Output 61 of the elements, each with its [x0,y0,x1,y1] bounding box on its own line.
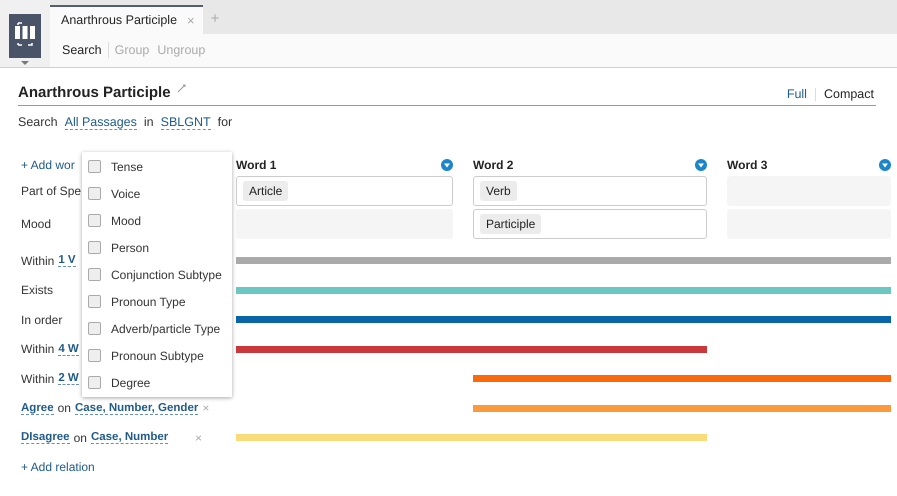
view-toggle[interactable]: Full [786,87,807,101]
link[interactable]: All Passages [64,115,137,130]
link[interactable]: DIsagree [21,431,70,444]
menu-item[interactable]: Person [82,234,232,261]
dropdown-icon[interactable] [695,158,707,170]
attribute-label: Part of Spe [21,184,82,198]
menu-item[interactable]: Conjunction Subtype [82,261,232,288]
query-title: Anarthrous Participle [18,84,171,101]
checkbox[interactable] [88,349,101,362]
menu-item[interactable]: Voice [82,180,232,207]
tab[interactable]: Anarthrous Participle × [50,4,203,34]
label: in [144,115,154,129]
value-tag[interactable]: Article [243,181,288,201]
attribute-field[interactable]: Participle [473,209,707,239]
menu-item[interactable]: Adverb/particle Type [82,315,232,342]
dropdown-icon[interactable] [441,158,453,170]
word-header: Word 3 [727,158,768,172]
add-relation-link[interactable]: + Add relation [21,460,95,474]
menu-item[interactable]: Tense [82,153,232,180]
link[interactable]: 1 V [58,254,76,268]
label: Within [21,372,54,386]
checkbox[interactable] [88,160,101,173]
menu-item[interactable]: Degree [82,369,232,396]
view-toggle[interactable]: Compact [824,87,874,101]
app-logo-icon[interactable] [9,14,41,66]
checkbox[interactable] [88,268,101,281]
label: Within [21,342,54,356]
label: on [58,401,71,416]
word-header: Word 2 [473,158,514,172]
attribute-field[interactable]: Article [236,176,453,206]
label: on [74,430,87,445]
link[interactable]: Agree [21,402,54,415]
checkbox[interactable] [88,187,101,200]
label: for [218,115,232,129]
toolbar-button[interactable]: Search [58,43,106,58]
add-word-link[interactable]: + Add wor [21,158,75,172]
pencil-icon[interactable] [176,84,186,93]
menu-item[interactable]: Pronoun Type [82,288,232,315]
label: Exists [21,283,54,298]
checkbox[interactable] [88,214,101,227]
checkbox[interactable] [88,295,101,308]
checkbox[interactable] [88,376,101,389]
value-tag[interactable]: Participle [480,214,542,234]
link[interactable]: Case, Number [90,431,168,444]
label: Search [18,115,58,129]
menu-item[interactable]: Pronoun Subtype [82,342,232,369]
link[interactable]: SBLGNT [160,115,211,130]
attribute-label: Mood [21,217,52,231]
label: In order [21,312,62,327]
label: Within [21,254,54,268]
link[interactable]: 2 W [58,372,79,386]
link[interactable]: 4 W [58,342,79,356]
dropdown-icon[interactable] [879,158,891,170]
link[interactable]: Case, Number, Gender [74,402,198,415]
value-tag[interactable]: Verb [480,181,517,201]
menu-item[interactable]: Mood [82,207,232,234]
word-header: Word 1 [236,158,276,172]
checkbox[interactable] [88,322,101,335]
attribute-field[interactable]: Verb [473,176,707,206]
tab-title: Anarthrous Participle [61,13,178,27]
checkbox[interactable] [88,241,101,254]
